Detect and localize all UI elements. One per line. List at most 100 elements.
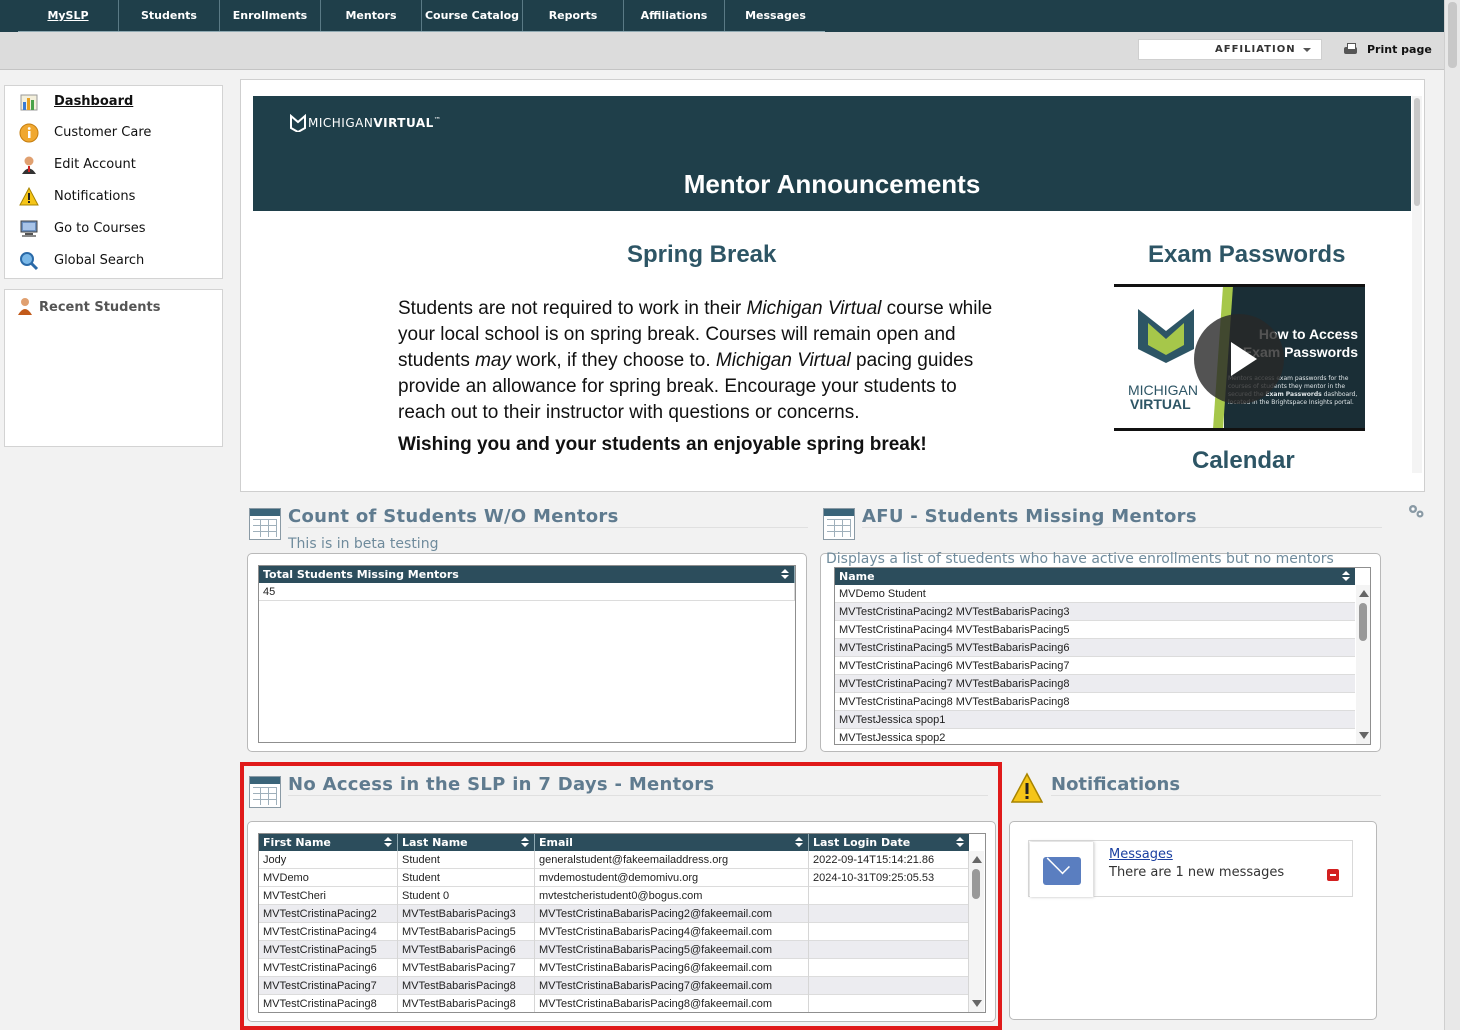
sidebar-item-label: Go to Courses [54,221,146,236]
remove-icon[interactable] [1327,869,1339,881]
affiliation-label: AFFILIATION [1215,44,1296,55]
column-header-label: Total Students Missing Mentors [263,568,459,581]
count-widget-title: Count of Students W/O Mentors [288,506,619,527]
notifications-widget-title: Notifications [1051,774,1181,795]
scroll-up-icon[interactable] [1359,590,1369,597]
affiliation-dropdown[interactable]: AFFILIATION [1138,39,1322,60]
mv-logo-icon [1138,309,1194,363]
text-segment-italic: Michigan Virtual [746,298,882,319]
column-header[interactable]: Total Students Missing Mentors [259,566,795,583]
messages-count-text: There are 1 new messages [1109,865,1285,880]
name-cell: MVTestCristinaPacing5 MVTestBabarisPacin… [839,642,1070,654]
table-row[interactable]: MVTestCristinaPacing4 MVTestBabarisPacin… [835,621,1355,639]
video-brand-bottom: VIRTUAL [1130,396,1191,412]
name-cell: MVTestCristinaPacing2 MVTestBabarisPacin… [839,606,1070,618]
envelope-tile [1030,842,1094,897]
logo-trademark: ™ [433,116,442,124]
name-cell: MVTestCristinaPacing7 MVTestBabarisPacin… [839,678,1070,690]
sidebar-item-label: Customer Care [54,125,152,140]
play-icon[interactable] [1194,314,1284,404]
michigan-virtual-logo: MICHIGANVIRTUAL™ [290,114,441,132]
spring-break-closing: Wishing you and your students an enjoyab… [398,434,927,455]
name-cell: MVTestCristinaPacing4 MVTestBabarisPacin… [839,624,1070,636]
table-row[interactable]: MVTestJessica spop1 [835,711,1355,729]
caret-down-icon [1303,48,1311,52]
table-row[interactable]: MVTestCristinaPacing2 MVTestBabarisPacin… [835,603,1355,621]
tab-affiliations[interactable]: Affiliations [624,0,725,32]
messages-link[interactable]: Messages [1109,847,1173,862]
column-header-label: Name [839,570,875,583]
tab-myslp[interactable]: MySLP [18,0,119,32]
name-cell: MVTestJessica spop2 [839,732,946,744]
table-row[interactable]: MVTestCristinaPacing5 MVTestBabarisPacin… [835,639,1355,657]
table-icon [823,508,855,540]
table-row[interactable]: MVTestCristinaPacing7 MVTestBabarisPacin… [835,675,1355,693]
name-cell: MVTestCristinaPacing8 MVTestBabarisPacin… [839,696,1070,708]
scrollbar-thumb[interactable] [1448,2,1457,68]
student-icon [18,298,32,315]
sidebar-menu: Dashboard Customer Care Edit Account Not… [4,85,223,279]
exam-passwords-video[interactable]: MICHIGAN VIRTUAL How to Access Exam Pass… [1114,284,1365,431]
top-navigation: MySLP Students Enrollments Mentors Cours… [0,0,1444,32]
envelope-icon [1043,857,1081,885]
sidebar-item-label: Dashboard [54,94,134,109]
column-header[interactable]: Name [835,568,1355,585]
name-cell: MVTestCristinaPacing6 MVTestBabarisPacin… [839,660,1070,672]
tab-enrollments[interactable]: Enrollments [220,0,321,32]
print-page-button[interactable]: Print page [1343,42,1432,56]
spring-break-text: Students are not required to work in the… [398,296,998,426]
page-scrollbar[interactable] [1444,0,1460,1030]
recent-students-panel: Recent Students [4,289,223,447]
table-row[interactable]: MVTestCristinaPacing6 MVTestBabarisPacin… [835,657,1355,675]
grid-header: Name [835,568,1355,585]
afu-widget-panel: Displays a list of stuedents who have ac… [820,551,1381,752]
table-icon [249,508,281,540]
text-segment-italic: may [475,350,512,371]
mv-logo-icon [290,114,306,132]
scroll-down-icon[interactable] [1359,732,1369,739]
table-row[interactable]: MVDemo Student [835,585,1355,603]
count-widget-subtitle: This is in beta testing [288,536,439,552]
title-rule [288,527,808,528]
grid-scrollbar[interactable] [1356,585,1370,744]
print-label: Print page [1367,43,1432,56]
tab-students[interactable]: Students [119,0,220,32]
printer-icon [1343,42,1359,56]
table-row[interactable]: MVTestJessica spop2 [835,729,1355,744]
video-subtitle-bold: Exam Passwords [1265,391,1322,398]
settings-gear-icon[interactable] [1407,503,1425,519]
sort-icon [781,569,789,580]
table-row[interactable]: MVTestCristinaPacing8 MVTestBabarisPacin… [835,693,1355,711]
scrollbar-thumb[interactable] [1359,603,1367,641]
sidebar-item-label: Notifications [54,189,136,204]
count-grid: Total Students Missing Mentors 45 [258,565,796,743]
name-cell: MVTestJessica spop1 [839,714,946,726]
messages-notification-card: Messages There are 1 new messages [1028,840,1353,897]
name-cell: MVDemo Student [839,588,926,600]
text-segment-italic: Michigan Virtual [715,350,851,371]
tab-course-catalog[interactable]: Course Catalog [422,0,523,32]
text-segment: work, if they choose to. [511,350,716,371]
count-value: 45 [259,583,795,601]
grid-header: Total Students Missing Mentors [259,566,795,583]
monitor-icon [20,220,38,237]
afu-widget-subtitle: Displays a list of stuedents who have ac… [826,551,1334,567]
spring-break-title: Spring Break [627,241,777,268]
chart-book-icon [20,94,38,111]
logo-text-bold: VIRTUAL [373,116,434,130]
recent-students-header: Recent Students [17,297,161,315]
sidebar-item-label: Global Search [54,253,145,268]
tab-messages[interactable]: Messages [725,0,826,32]
count-widget-panel: Total Students Missing Mentors 45 [247,553,807,752]
table-row[interactable]: 45 [259,583,795,601]
highlight-frame [240,762,1002,1030]
text-segment: Students are not required to work in the… [398,298,747,319]
info-icon [19,123,39,143]
warning-icon [19,187,39,206]
tab-reports[interactable]: Reports [523,0,624,32]
user-icon [22,156,36,174]
announcements-scrollbar[interactable] [1412,96,1422,473]
announcements-banner: MICHIGANVIRTUAL™ Mentor Announcements [253,96,1411,211]
tab-mentors[interactable]: Mentors [321,0,422,32]
scrollbar-thumb[interactable] [1414,98,1420,206]
